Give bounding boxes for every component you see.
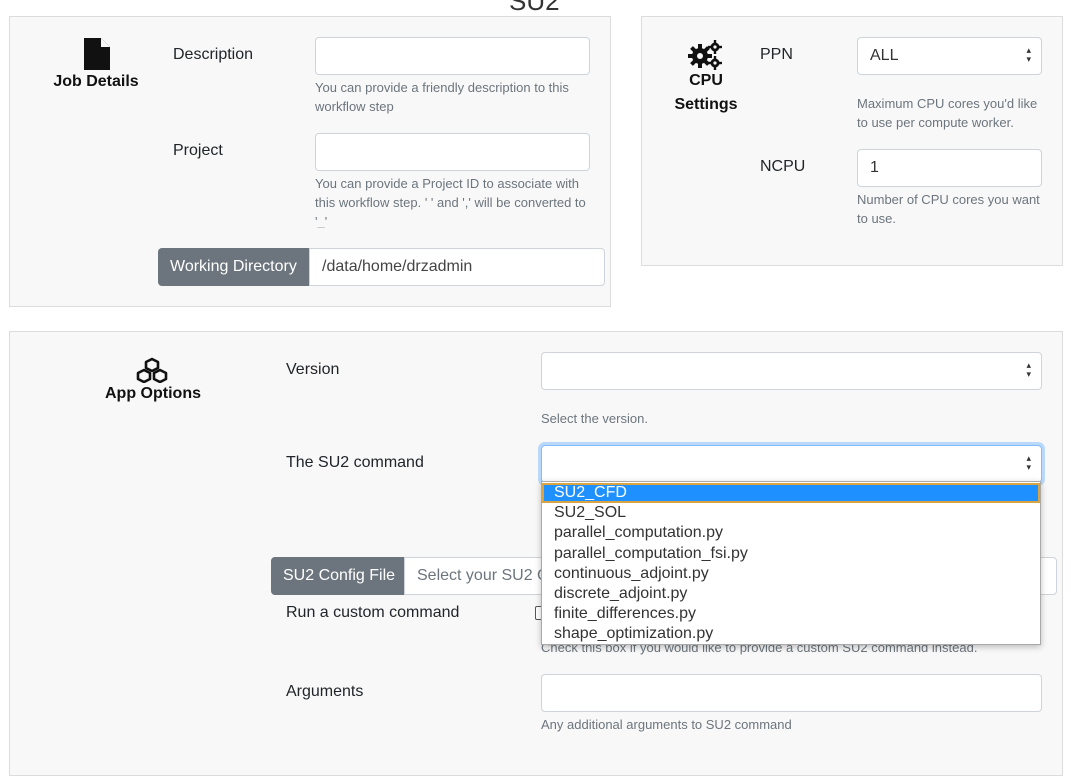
ppn-label: PPN <box>760 46 793 63</box>
ncpu-input[interactable]: 1 <box>857 149 1042 187</box>
dropdown-option[interactable]: SU2_SOL <box>542 503 1040 523</box>
working-directory-input[interactable]: /data/home/drzadmin <box>309 248 605 286</box>
description-input[interactable] <box>315 37 590 75</box>
ppn-select[interactable]: ALL <box>857 37 1042 75</box>
arguments-help: Any additional arguments to SU2 command <box>541 717 792 732</box>
su2-command-dropdown[interactable]: SU2_CFD SU2_SOL parallel_computation.py … <box>541 481 1041 645</box>
cpu-settings-title: CPU Settings <box>674 72 738 113</box>
config-file-label: SU2 Config File <box>271 557 408 595</box>
dropdown-option[interactable]: shape_optimization.py <box>542 624 1040 644</box>
project-help: You can provide a Project ID to associat… <box>315 176 586 228</box>
dropdown-option[interactable]: finite_differences.py <box>542 604 1040 624</box>
job-details-title: Job Details <box>53 73 139 90</box>
app-options-title: App Options <box>105 385 201 402</box>
project-input[interactable] <box>315 133 590 171</box>
arguments-label: Arguments <box>286 683 364 700</box>
description-help: You can provide a friendly description t… <box>315 80 569 114</box>
dropdown-option[interactable]: discrete_adjoint.py <box>542 584 1040 604</box>
ncpu-label: NCPU <box>760 158 806 175</box>
file-icon <box>84 38 110 70</box>
dropdown-option[interactable]: parallel_computation_fsi.py <box>542 544 1040 564</box>
description-label: Description <box>173 46 254 63</box>
dropdown-option[interactable]: continuous_adjoint.py <box>542 564 1040 584</box>
dropdown-option[interactable]: parallel_computation.py <box>542 523 1040 543</box>
custom-command-label: Run a custom command <box>286 604 460 621</box>
project-label: Project <box>173 142 223 159</box>
page-title: SU2 <box>509 0 560 16</box>
ncpu-help: Number of CPU cores you want to use. <box>857 192 1040 226</box>
dropdown-option[interactable]: SU2_CFD <box>542 483 1040 504</box>
version-label: Version <box>286 361 340 378</box>
ppn-help: Maximum CPU cores you'd like to use per … <box>857 96 1038 130</box>
gears-icon <box>688 40 724 70</box>
version-select[interactable] <box>541 352 1042 390</box>
cubes-icon <box>136 357 168 383</box>
su2-command-label: The SU2 command <box>286 454 424 471</box>
arguments-input[interactable] <box>541 674 1042 712</box>
version-help: Select the version. <box>541 411 648 426</box>
working-directory-label: Working Directory <box>158 248 309 286</box>
su2-command-select[interactable] <box>541 445 1042 483</box>
